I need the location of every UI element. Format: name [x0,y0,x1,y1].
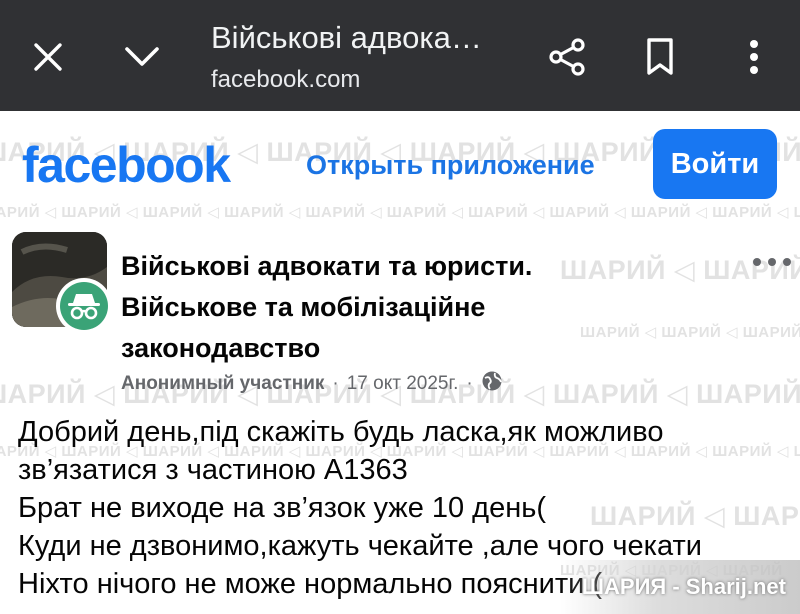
login-button[interactable]: Войти [653,129,777,199]
group-name-link[interactable]: Військові адвокати та юристи. Військове … [121,246,601,369]
browser-url[interactable]: facebook.com [211,66,360,94]
meta-separator: · [332,373,339,394]
more-horiz-icon[interactable] [750,250,794,274]
corner-watermark: ШАРИЯ - Sharij.net [560,560,800,614]
author-name[interactable]: Анонимный участник [121,373,324,395]
browser-page-title: Військові адвока… [211,20,482,55]
post-line: зв’язатися з частиною А1363 [18,454,408,486]
meta-separator: · [466,373,473,394]
more-vert-icon[interactable] [734,34,774,80]
bookmark-icon[interactable] [638,34,682,80]
open-app-link[interactable]: Открыть приложение [306,150,595,181]
chevron-down-icon[interactable] [118,35,166,79]
facebook-logo[interactable]: facebook [22,136,231,194]
share-icon[interactable] [544,34,590,80]
incognito-icon [60,282,108,330]
browser-toolbar: Військові адвока… facebook.com [0,0,800,111]
close-icon[interactable] [26,35,70,79]
globe-icon [481,370,503,398]
post-line: Брат не виходе на зв’язок уже 10 день( [18,492,547,524]
post-date[interactable]: 17 окт 2025г. [347,373,459,395]
post-line: Добрий день,під скажіть будь ласка,як мо… [18,416,664,448]
anonymous-avatar[interactable] [56,278,112,334]
post-meta: Анонимный участник · 17 окт 2025г. · [121,370,503,398]
